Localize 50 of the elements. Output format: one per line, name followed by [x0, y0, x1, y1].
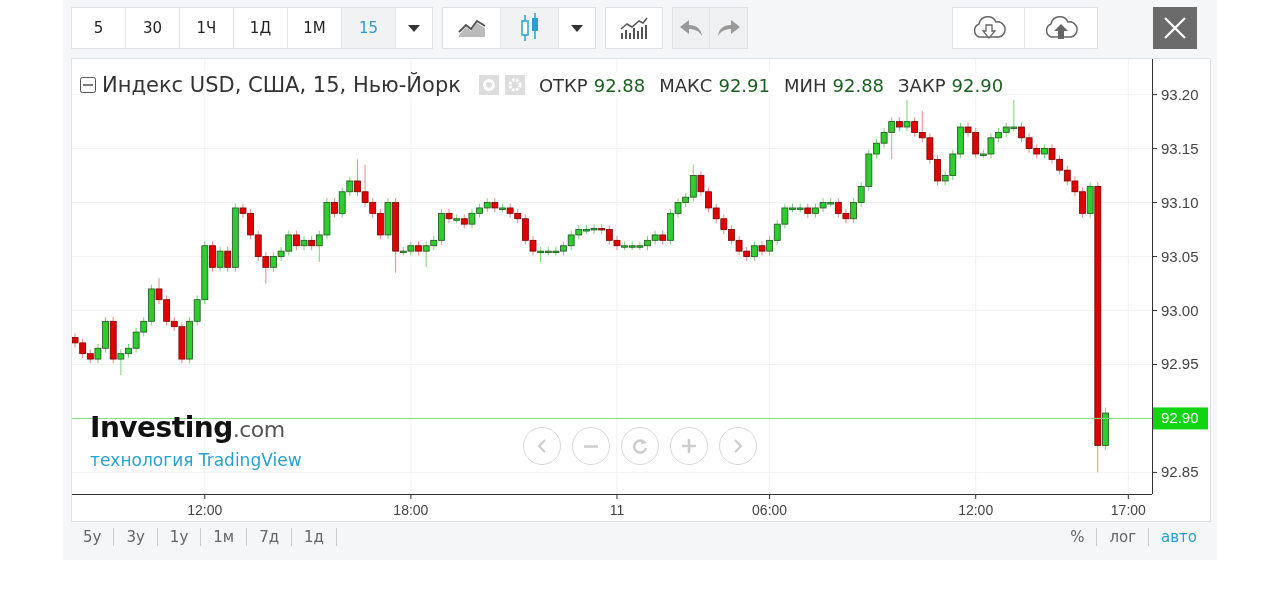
indicators-button[interactable] [605, 7, 663, 49]
time-axis-label: 17:00 [1110, 502, 1146, 518]
range-button[interactable]: 1д [292, 528, 337, 546]
refresh-icon [632, 438, 648, 454]
ohlc-label: МИН [784, 74, 827, 96]
caret-icon [408, 24, 420, 32]
close-icon [1164, 17, 1186, 39]
price-axis-label: 93.10 [1161, 193, 1199, 211]
time-axis-label: 11 [609, 502, 625, 518]
scale-mode-button[interactable]: авто [1149, 528, 1209, 546]
y-tick-label: 92.90 [1161, 409, 1199, 427]
chevron-right-icon [734, 439, 742, 453]
range-button[interactable]: 1у [157, 528, 202, 546]
time-axis-label: 18:00 [393, 502, 429, 518]
ohlc-label: МАКС [659, 74, 713, 96]
ohlc-label: ЗАКР [898, 74, 946, 96]
area-chart-icon [457, 19, 486, 37]
range-button[interactable]: 5у [71, 528, 115, 546]
minus-icon [584, 444, 598, 448]
price-axis-label: 93.05 [1161, 247, 1199, 265]
price-axis-label: 93.20 [1161, 85, 1199, 103]
symbol-title: Индекс USD, США, 15, Нью-Йорк [102, 73, 461, 97]
time-axis-label: 12:00 [958, 502, 994, 518]
watermark-caption: технология TradingView [90, 450, 302, 470]
plus-icon [682, 439, 696, 453]
scale-mode-button[interactable]: лог [1097, 528, 1150, 546]
range-button[interactable]: 7д [247, 528, 293, 546]
price-axis-label: 92.95 [1161, 355, 1199, 373]
chevron-left-icon [538, 439, 546, 453]
logo: Investing.com [90, 411, 286, 444]
range-button[interactable]: 1м [201, 528, 248, 546]
caret-icon [571, 24, 583, 32]
range-button[interactable]: 3у [114, 528, 158, 546]
time-axis-label: 06:00 [752, 502, 788, 518]
candlestick-icon [519, 13, 540, 43]
ohlc-label: ОТКР [538, 74, 588, 96]
price-axis-label: 92.85 [1161, 463, 1199, 481]
scale-mode-button[interactable]: % [1058, 528, 1098, 546]
time-axis-label: 12:00 [187, 502, 223, 518]
curved-arrow-icon [717, 20, 740, 36]
ohlc-value: 92.91 [718, 74, 770, 96]
price-axis-label: 93.15 [1161, 139, 1199, 157]
ohlc-value: 92.88 [593, 74, 646, 96]
price-axis-label: 93.00 [1161, 301, 1199, 319]
ohlc-value: 92.90 [951, 74, 1004, 96]
bar-chart-icon [620, 17, 648, 39]
close-button[interactable] [1153, 7, 1197, 49]
last-price-label: 92.90 [1153, 407, 1208, 430]
curved-arrow-icon [680, 20, 702, 36]
ohlc-value: 92.88 [832, 74, 885, 96]
